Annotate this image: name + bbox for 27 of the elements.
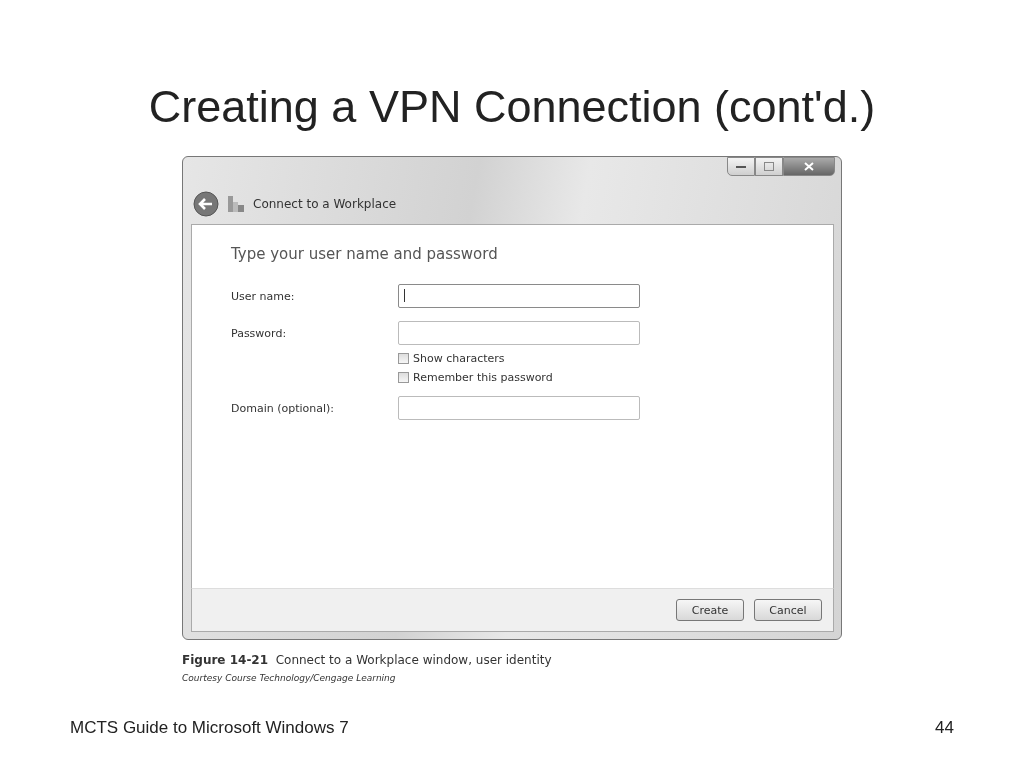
dialog-button[interactable]: Cancel (754, 599, 822, 621)
minimize-button[interactable] (727, 157, 755, 176)
footer-text: MCTS Guide to Microsoft Windows 7 (70, 718, 349, 738)
checkbox[interactable] (398, 353, 409, 364)
window-title: Connect to a Workplace (253, 197, 397, 211)
back-icon[interactable] (193, 191, 219, 217)
field-label: Password: (231, 326, 288, 340)
credit-line: Courtesy Course Technology/Cengage Learning (182, 673, 397, 683)
buildings-icon (227, 196, 245, 212)
dialog-button[interactable]: Create (676, 599, 744, 621)
maximize-icon (764, 162, 774, 171)
checkbox[interactable] (398, 372, 409, 383)
close-icon (804, 162, 814, 171)
input-field[interactable] (398, 321, 640, 345)
slide-title: Creating a VPN Connection (cont'd.) (147, 80, 877, 134)
page-number: 44 (935, 718, 954, 738)
close-button[interactable] (783, 157, 835, 176)
input-field[interactable] (398, 284, 640, 308)
input-field[interactable] (398, 396, 640, 420)
text-caret (404, 289, 405, 302)
maximize-button[interactable] (755, 157, 783, 176)
field-label: User name: (231, 289, 296, 303)
checkbox-label: Show characters (413, 352, 505, 365)
checkbox-label: Remember this password (413, 371, 553, 384)
field-label: Domain (optional): (231, 401, 336, 415)
figure-caption: Figure 14-21 Connect to a Workplace window, user identity (182, 653, 553, 667)
dialog-heading: Type your user name and password (231, 245, 499, 263)
